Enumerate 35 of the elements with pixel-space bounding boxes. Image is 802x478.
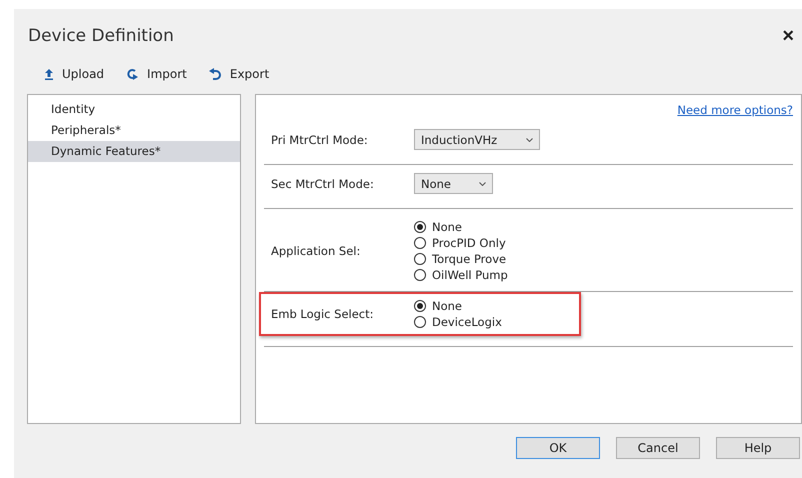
field-label: Application Sel: (271, 244, 362, 258)
dropdown[interactable]: InductionVHz (414, 129, 540, 150)
toolbar-button[interactable]: Import (126, 63, 187, 85)
radio-option[interactable]: None (414, 219, 508, 235)
upload-icon (44, 68, 54, 80)
radio-button[interactable] (414, 316, 426, 328)
help-link[interactable]: Need more options? (677, 103, 793, 117)
radio-button[interactable] (414, 237, 426, 249)
radio-option[interactable]: ProcPID Only (414, 235, 508, 251)
toolbar-button[interactable]: Export (208, 63, 270, 85)
sidebar-item[interactable]: Dynamic Features* (28, 141, 240, 162)
dialog-button[interactable]: OK (516, 437, 600, 459)
sidebar-item[interactable]: Peripherals* (28, 120, 240, 141)
toolbar-button[interactable]: Upload (44, 63, 104, 85)
field-label: Emb Logic Select: (271, 307, 374, 321)
close-button[interactable]: × (782, 24, 794, 48)
dropdown[interactable]: None (414, 173, 493, 194)
radio-button[interactable] (414, 269, 426, 281)
radio-option[interactable]: Torque Prove (414, 251, 508, 267)
radio-button[interactable] (414, 221, 426, 233)
radio-option[interactable]: None (414, 298, 502, 314)
dialog-button[interactable]: Help (716, 437, 800, 459)
undo-arrow-icon (208, 68, 222, 80)
radio-option[interactable]: DeviceLogix (414, 314, 502, 330)
field-label: Sec MtrCtrl Mode: (271, 176, 375, 190)
curved-arrow-icon (126, 68, 140, 80)
field-label: Pri MtrCtrl Mode: (271, 132, 369, 146)
radio-button[interactable] (414, 300, 426, 312)
chevron-icon (526, 138, 533, 142)
window-title: Device Definition (28, 26, 174, 46)
chevron-icon (479, 182, 486, 186)
dialog-button[interactable]: Cancel (616, 437, 700, 459)
radio-button[interactable] (414, 253, 426, 265)
radio-option[interactable]: OilWell Pump (414, 267, 508, 283)
sidebar-item[interactable]: Identity (28, 99, 240, 120)
